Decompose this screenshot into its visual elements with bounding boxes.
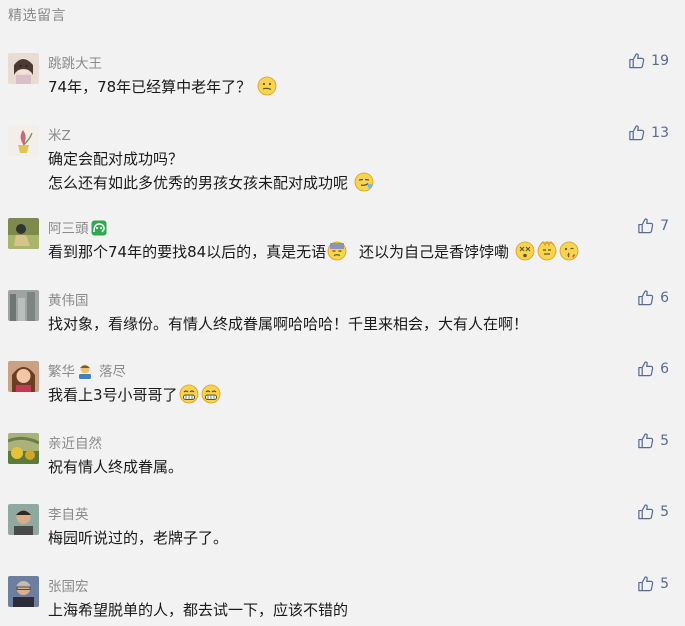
section-title: 精选留言 <box>8 8 66 24</box>
comment-nickname[interactable]: 阿三頭 <box>48 217 107 240</box>
grin-emoji <box>179 384 198 404</box>
comment-text: 看到那个74年的要找84以后的，真是无语 还以为自己是香饽饽嘞 <box>48 240 645 264</box>
nickname-text: 繁华 <box>48 364 75 380</box>
like-button[interactable]: 5 <box>637 575 669 592</box>
comment-nickname[interactable]: 张国宏 <box>48 575 89 595</box>
person-icon <box>77 363 93 383</box>
like-count: 6 <box>660 360 669 377</box>
avatar[interactable] <box>8 218 39 249</box>
dizzy-emoji <box>515 241 535 261</box>
comment-nickname[interactable]: 繁华 落尽 <box>48 360 126 383</box>
thumbs-up-icon <box>638 361 654 377</box>
comment-nickname[interactable]: 黄伟国 <box>48 289 89 309</box>
like-button[interactable]: 5 <box>637 432 669 449</box>
comment-line: 怎么还有如此多优秀的男孩女孩未配对成功呢 <box>48 174 349 192</box>
thumbs-up-icon <box>638 576 654 592</box>
like-count: 13 <box>651 124 669 141</box>
comment-line-wrapper: 怎么还有如此多优秀的男孩女孩未配对成功呢 <box>48 171 645 195</box>
facepalm-emoji <box>537 241 557 261</box>
like-button[interactable]: 5 <box>637 503 669 520</box>
avatar[interactable] <box>8 576 39 607</box>
like-count: 19 <box>651 52 669 69</box>
grin-emoji <box>201 384 220 404</box>
face-icon <box>91 220 107 240</box>
avatar[interactable] <box>8 504 39 535</box>
comment-nickname[interactable]: 李自英 <box>48 503 89 523</box>
thinking-emoji <box>257 76 277 96</box>
thumbs-up-icon <box>638 218 654 234</box>
comment-text: 找对象，看缘份。有情人终成眷属啊哈哈哈！千里来相会，大有人在啊！ <box>48 312 645 336</box>
like-count: 7 <box>660 217 669 234</box>
comment-line: 还以为自己是香饽饽嘞 <box>358 243 509 261</box>
comment-line: 确定会配对成功吗？ <box>48 150 184 168</box>
comment-line: 我看上3号小哥哥了 <box>48 386 178 404</box>
thumbs-up-icon <box>629 125 645 141</box>
comment-line: 74年，78年已经算中老年了？ <box>48 78 252 96</box>
thumbs-up-icon <box>638 504 654 520</box>
sweat-emoji <box>327 241 347 261</box>
avatar[interactable] <box>8 53 39 84</box>
like-button[interactable]: 6 <box>637 289 669 306</box>
comment-text: 74年，78年已经算中老年了？ <box>48 75 645 99</box>
comment-nickname[interactable]: 米Z <box>48 124 71 144</box>
comment-line: 梅园听说过的，老牌子了。 <box>48 529 229 547</box>
nickname-suffix: 落尽 <box>99 364 126 380</box>
comment-text: 确定会配对成功吗？ 怎么还有如此多优秀的男孩女孩未配对成功呢 <box>48 147 645 195</box>
like-count: 5 <box>660 575 669 592</box>
comment-nickname[interactable]: 跳跳大王 <box>48 52 102 72</box>
thumbs-up-icon <box>638 290 654 306</box>
like-count: 5 <box>660 432 669 449</box>
avatar[interactable] <box>8 125 39 156</box>
comment-text: 上海希望脱单的人，都去试一下，应该不错的 <box>48 598 645 622</box>
avatar[interactable] <box>8 433 39 464</box>
kiss-emoji <box>559 241 579 261</box>
comment-line: 找对象，看缘份。有情人终成眷属啊哈哈哈！千里来相会，大有人在啊！ <box>48 315 529 333</box>
like-count: 5 <box>660 503 669 520</box>
like-button[interactable]: 19 <box>628 52 669 69</box>
nickname-text: 阿三頭 <box>48 221 89 237</box>
comment-line: 上海希望脱单的人，都去试一下，应该不错的 <box>48 601 349 619</box>
like-button[interactable]: 7 <box>637 217 669 234</box>
like-count: 6 <box>660 289 669 306</box>
comment-text: 我看上3号小哥哥了 <box>48 383 645 407</box>
comment-line: 祝有情人终成眷属。 <box>48 458 184 476</box>
comment-text: 祝有情人终成眷属。 <box>48 455 645 479</box>
avatar[interactable] <box>8 361 39 392</box>
thumbs-up-icon <box>638 433 654 449</box>
thumbs-up-icon <box>629 53 645 69</box>
smirk-emoji <box>354 172 374 192</box>
avatar[interactable] <box>8 290 39 321</box>
like-button[interactable]: 6 <box>637 360 669 377</box>
comment-nickname[interactable]: 亲近自然 <box>48 432 102 452</box>
comment-text: 梅园听说过的，老牌子了。 <box>48 526 645 550</box>
like-button[interactable]: 13 <box>628 124 669 141</box>
comment-line: 看到那个74年的要找84以后的，真是无语 <box>48 243 327 261</box>
